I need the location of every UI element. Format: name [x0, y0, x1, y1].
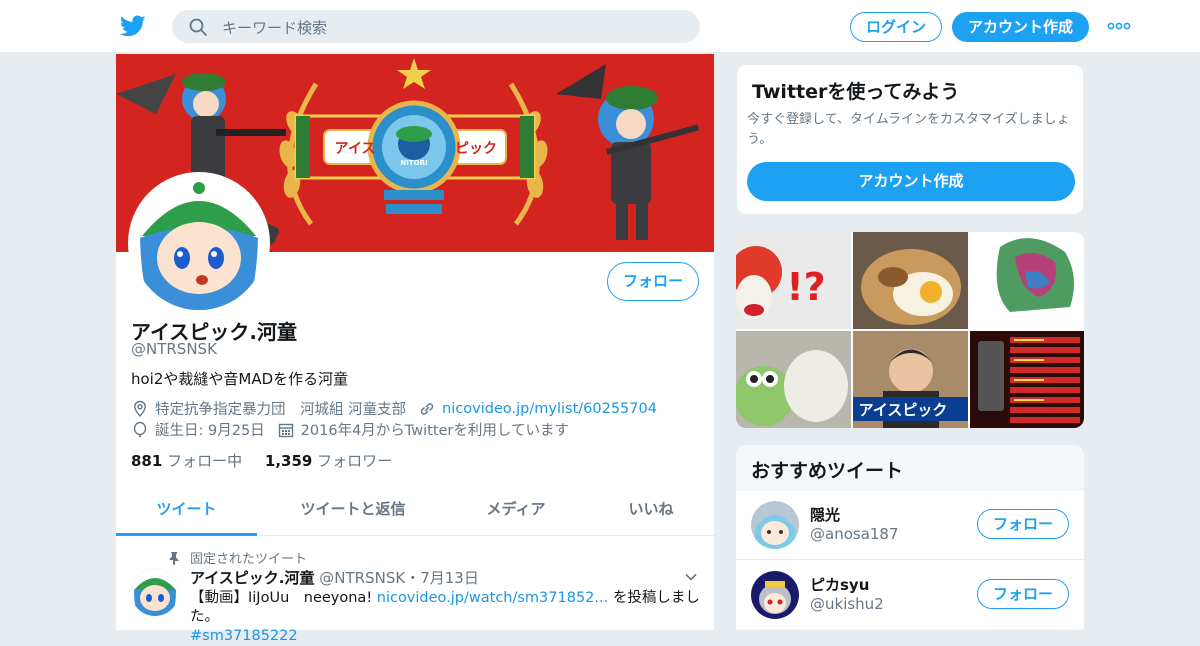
profile-birthday: 誕生日: 9月25日	[155, 423, 265, 439]
link-icon	[420, 402, 434, 415]
tweet-avatar-artwork	[131, 568, 179, 616]
tab-media[interactable]: メディア	[456, 490, 576, 536]
profile-avatar[interactable]	[128, 172, 270, 314]
profile-stats: 881 フォロー中 1,359 フォロワー	[131, 450, 392, 471]
media-thumbnail[interactable]: アイスピック	[853, 331, 968, 428]
media-cell1-marks: !?	[786, 265, 825, 309]
media-image-colorful	[970, 232, 1084, 329]
profile-joined-date: 2016年4月からTwitterを利用しています	[300, 423, 569, 439]
tab-tweets-and-replies[interactable]: ツイートと返信	[268, 490, 438, 536]
banner-text-right: ピック	[455, 141, 497, 157]
profile-bio: hoi2や裁縫や音MADを作る河童	[131, 370, 349, 388]
tweet-text: 【動画】IiJoUu neeyona! nicovideo.jp/watch/s…	[190, 589, 705, 646]
recommended-user-name[interactable]: 隠光	[810, 504, 840, 525]
following-stat[interactable]: 881 フォロー中	[131, 452, 242, 470]
recommended-user-row[interactable]: 隠光 @anosa187 フォロー	[736, 489, 1084, 559]
avatar-artwork	[132, 176, 266, 310]
more-options-icon[interactable]	[1107, 17, 1131, 35]
tweet-hashtag[interactable]: #sm37185222	[190, 628, 298, 644]
top-navigation-bar: キーワード検索 ログイン アカウント作成	[0, 0, 1200, 53]
location-pin-icon	[134, 400, 146, 417]
following-label: フォロー中	[167, 452, 243, 470]
profile-handle[interactable]: @NTRSNSK	[131, 340, 217, 358]
search-box[interactable]: キーワード検索	[172, 10, 700, 43]
tweet-date[interactable]: 7月13日	[420, 569, 479, 587]
media-thumbnail[interactable]	[970, 331, 1084, 428]
media-caption: アイスピック	[859, 401, 948, 419]
recommended-avatar-artwork	[751, 571, 799, 619]
login-button[interactable]: ログイン	[850, 12, 942, 42]
recommended-avatar-artwork	[751, 501, 799, 549]
recommended-user-name[interactable]: ピカsyu	[810, 574, 869, 595]
balloon-icon	[133, 421, 147, 437]
media-image-plush	[736, 331, 851, 428]
media-image-food	[853, 232, 968, 329]
recommended-user-row[interactable]: ピカsyu @ukishu2 フォロー	[736, 559, 1084, 629]
twitter-logo-icon[interactable]	[120, 13, 146, 39]
signup-button[interactable]: アカウント作成	[952, 12, 1089, 42]
banner-text-left: アイス	[335, 141, 376, 157]
media-image-clown: !?	[736, 232, 851, 329]
profile-dates-row: 誕生日: 9月25日 2016年4月からTwitterを利用しています	[131, 419, 569, 440]
tweet-avatar[interactable]	[131, 568, 179, 616]
signup-card-title: Twitterを使ってみよう	[752, 81, 960, 103]
tab-tweets[interactable]: ツイート	[116, 490, 257, 536]
following-count: 881	[131, 452, 163, 470]
calendar-icon	[278, 423, 293, 437]
recommended-card: おすすめツイート 隠光 @anosa187 フォロー ピカsyu @ukishu…	[736, 445, 1084, 630]
profile-location-row: 特定抗争指定暴力団 河城組 河童支部 nicovideo.jp/mylist/6…	[131, 398, 657, 419]
followers-count: 1,359	[264, 452, 313, 470]
tweet-author-name[interactable]: アイスピック.河童	[190, 569, 315, 587]
tweet-link[interactable]: nicovideo.jp/watch/sm371852...	[377, 590, 608, 606]
media-thumbnail-grid: !? アイスピック	[736, 232, 1084, 428]
profile-tabs: ツイート ツイートと返信 メディア いいね	[116, 490, 714, 536]
follow-button[interactable]: フォロー	[607, 262, 699, 301]
pinned-tweet-label: 固定されたツイート	[168, 548, 307, 567]
media-thumbnail[interactable]	[736, 331, 851, 428]
followers-label: フォロワー	[317, 452, 393, 470]
tweet-text-prefix: 【動画】IiJoUu neeyona!	[190, 590, 373, 606]
tweet-header: アイスピック.河童 @NTRSNSK・7月13日	[190, 567, 479, 588]
recommended-user-handle[interactable]: @anosa187	[810, 525, 899, 543]
media-image-person: アイスピック	[853, 331, 968, 428]
recommended-user-avatar[interactable]	[751, 501, 799, 549]
recommended-follow-button[interactable]: フォロー	[977, 509, 1069, 539]
media-thumbnail[interactable]	[853, 232, 968, 329]
recommended-follow-button[interactable]: フォロー	[977, 579, 1069, 609]
pin-icon	[169, 551, 179, 565]
media-thumbnail[interactable]: !?	[736, 232, 851, 329]
signup-prompt-card: Twitterを使ってみよう 今すぐ登録して、タイムラインをカスタマイズしましょ…	[736, 64, 1084, 215]
recommended-user-avatar[interactable]	[751, 571, 799, 619]
profile-location: 特定抗争指定暴力団 河城組 河童支部	[155, 402, 407, 418]
tweet-author-handle[interactable]: @NTRSNSK	[319, 569, 405, 587]
pinned-label-text: 固定されたツイート	[190, 552, 308, 567]
create-account-button[interactable]: アカウント作成	[747, 162, 1075, 201]
search-icon	[189, 18, 207, 36]
search-input[interactable]: キーワード検索	[222, 17, 327, 38]
recommended-title: おすすめツイート	[751, 460, 904, 482]
followers-stat[interactable]: 1,359 フォロワー	[265, 452, 392, 470]
media-thumbnail[interactable]	[970, 232, 1084, 329]
signup-card-subtitle: 今すぐ登録して、タイムラインをカスタマイズしましょう。	[747, 112, 1070, 147]
tab-likes[interactable]: いいね	[596, 490, 706, 536]
chevron-down-icon[interactable]	[684, 570, 698, 584]
recommended-user-handle[interactable]: @ukishu2	[810, 595, 884, 613]
media-image-text-collage	[970, 331, 1084, 428]
banner-emblem-label: NITORI	[400, 159, 427, 167]
tweet-separator: ・	[405, 569, 421, 587]
profile-website-link[interactable]: nicovideo.jp/mylist/60255704	[442, 401, 657, 417]
